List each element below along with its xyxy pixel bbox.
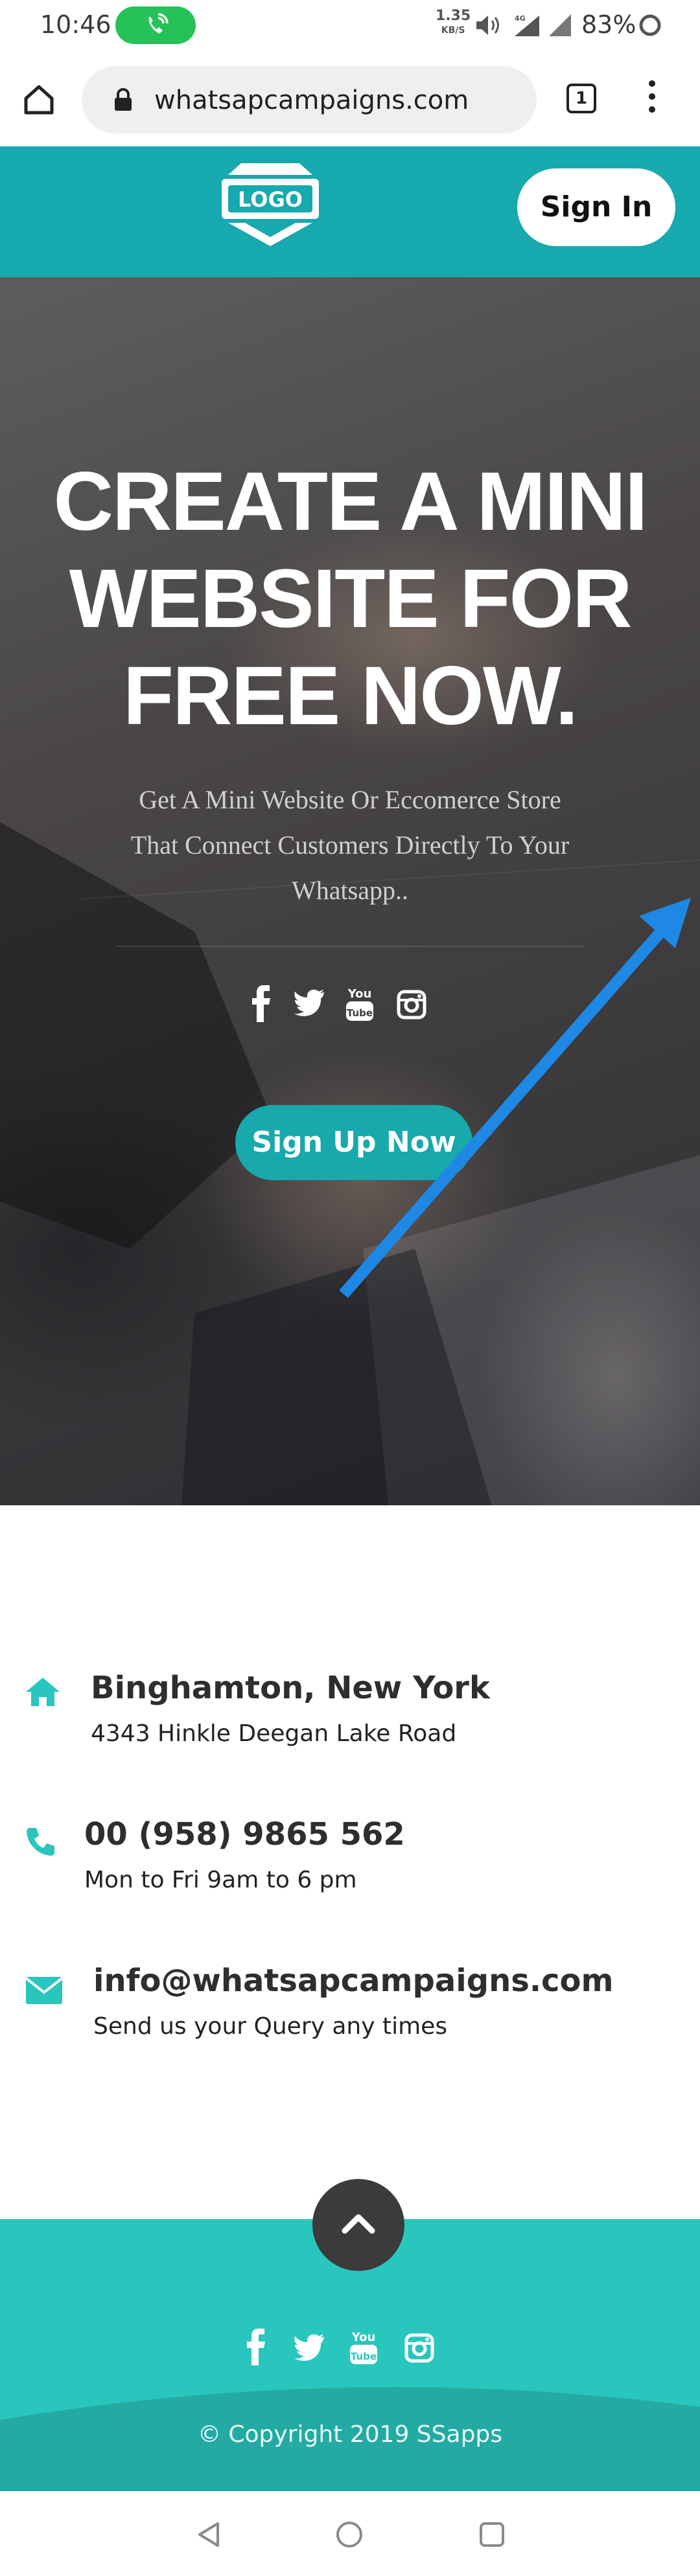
chevron-up-icon bbox=[342, 2214, 375, 2234]
phone-icon bbox=[27, 1828, 54, 1856]
contact-title: 00 (958) 9865 562 bbox=[84, 1816, 405, 1852]
site-header: LOGO Sign In bbox=[0, 146, 700, 277]
home-icon bbox=[26, 1678, 60, 1706]
svg-text:Tube: Tube bbox=[351, 2351, 377, 2362]
contact-title: Binghamton, New York bbox=[91, 1670, 490, 1706]
hero-section: CREATE A MINI WEBSITE FOR FREE NOW. Get … bbox=[0, 277, 700, 1505]
android-navigation-bar bbox=[0, 2491, 700, 2576]
network-type-label: 4G bbox=[515, 14, 526, 23]
url-field[interactable]: whatsapcampaigns.com bbox=[82, 66, 537, 133]
url-text: whatsapcampaigns.com bbox=[154, 85, 469, 115]
tab-switcher-button[interactable]: 1 bbox=[566, 84, 596, 113]
network-speed-unit: KB/S bbox=[441, 25, 465, 36]
instagram-icon[interactable] bbox=[404, 2333, 434, 2363]
back-icon[interactable] bbox=[194, 2520, 224, 2549]
logo-text: LOGO bbox=[238, 187, 303, 212]
twitter-icon[interactable] bbox=[293, 2333, 325, 2362]
sign-in-button[interactable]: Sign In bbox=[517, 168, 675, 246]
browser-address-bar: whatsapcampaigns.com 1 bbox=[0, 54, 700, 146]
contact-title: info@whatsapcampaigns.com bbox=[93, 1963, 614, 1999]
phone-call-icon bbox=[148, 13, 169, 34]
browser-menu-button[interactable] bbox=[644, 80, 660, 119]
signal-strength-icon bbox=[549, 14, 571, 36]
recent-apps-icon[interactable] bbox=[478, 2521, 506, 2548]
svg-text:You: You bbox=[351, 2331, 376, 2344]
scroll-to-top-button[interactable] bbox=[312, 2179, 404, 2271]
lock-icon bbox=[115, 88, 132, 111]
annotation-arrow bbox=[339, 898, 691, 1298]
battery-percent: 83% bbox=[581, 10, 636, 39]
home-circle-icon[interactable] bbox=[334, 2520, 364, 2549]
envelope-icon bbox=[25, 1977, 64, 2004]
network-speed: 1.35 KB/S bbox=[436, 9, 471, 38]
contact-subtitle: 4343 Hinkle Deegan Lake Road bbox=[91, 1720, 457, 1747]
status-time: 10:46 bbox=[40, 10, 111, 39]
active-call-pill[interactable] bbox=[115, 6, 196, 44]
site-logo[interactable]: LOGO bbox=[215, 161, 325, 264]
contact-subtitle: Mon to Fri 9am to 6 pm bbox=[84, 1867, 357, 1893]
copyright-text: © Copyright 2019 SSapps bbox=[197, 2421, 503, 2448]
youtube-icon[interactable]: You Tube bbox=[349, 2328, 379, 2367]
home-icon[interactable] bbox=[21, 82, 57, 118]
contact-subtitle: Send us your Query any times bbox=[93, 2013, 448, 2040]
footer-social-links: You Tube bbox=[245, 2328, 459, 2373]
status-bar: 10:46 1.35 KB/S 4G 83% bbox=[0, 0, 700, 54]
network-speed-value: 1.35 bbox=[436, 8, 471, 24]
signal-4g-icon: 4G bbox=[515, 14, 539, 36]
battery-icon bbox=[639, 14, 661, 36]
contact-section: Binghamton, New York 4343 Hinkle Deegan … bbox=[0, 1505, 700, 2179]
volume-icon bbox=[476, 16, 499, 35]
facebook-icon[interactable] bbox=[245, 2328, 267, 2367]
